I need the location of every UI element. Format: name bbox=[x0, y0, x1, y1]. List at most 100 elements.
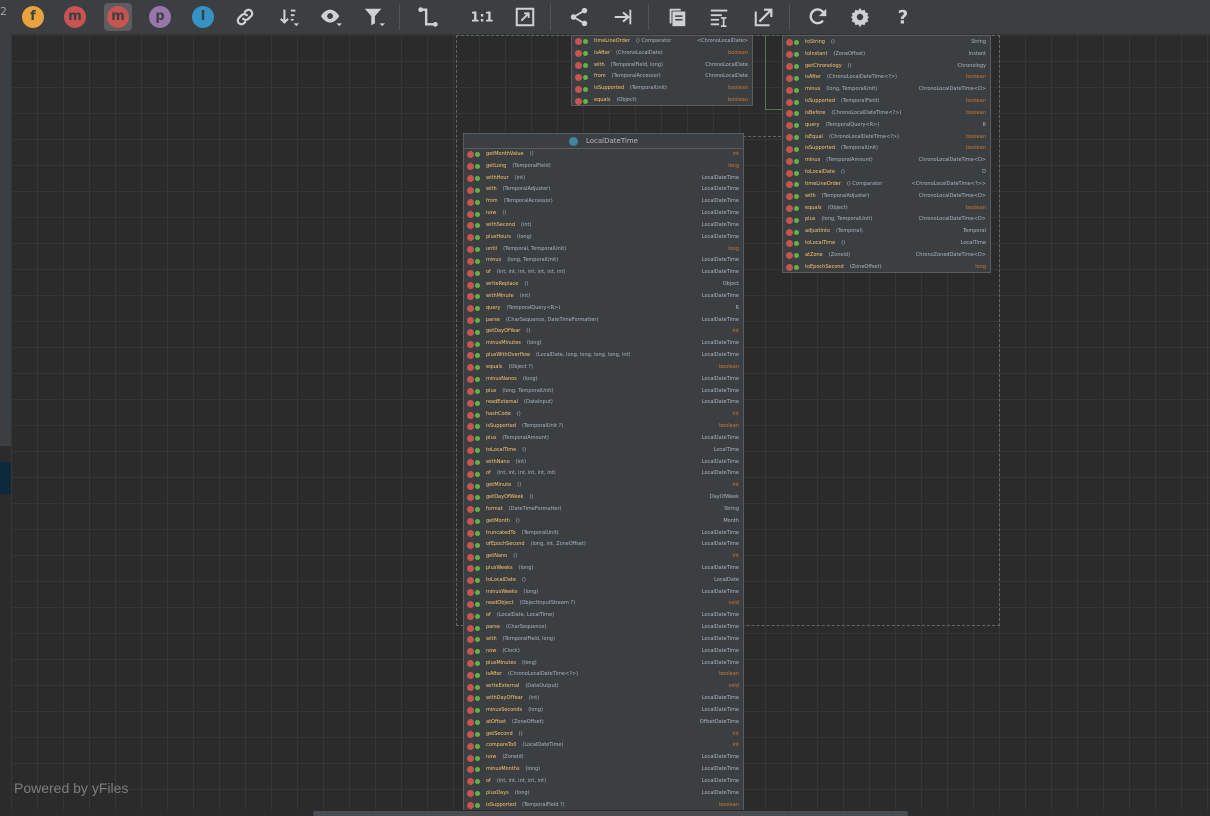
member-row[interactable]: now (Clock) LocalDateTime bbox=[464, 646, 743, 658]
member-row[interactable]: format (DateTimeFormatter) String bbox=[464, 504, 743, 516]
member-row[interactable]: isEqual (ChronoLocalDateTime<?>) boolean bbox=[783, 132, 990, 144]
member-row[interactable]: getMinute() int bbox=[464, 480, 743, 492]
settings-button[interactable] bbox=[846, 3, 874, 31]
member-row[interactable]: getDayOfWeek() DayOfWeek bbox=[464, 492, 743, 504]
member-row[interactable]: getChronology() Chronology bbox=[783, 61, 990, 73]
properties-filter-button[interactable]: p bbox=[146, 3, 174, 31]
diagram-canvas[interactable]: timeLineOrder() Comparator <ChronoLocalDa… bbox=[11, 35, 1210, 810]
member-row[interactable]: isAfter (ChronoLocalDateTime<?>) boolean bbox=[783, 72, 990, 84]
member-row[interactable]: isBefore (ChronoLocalDateTime<?>) boolean bbox=[783, 108, 990, 120]
member-row[interactable]: minusMonths (long) LocalDateTime bbox=[464, 764, 743, 776]
member-row[interactable]: equals (Object) boolean bbox=[783, 203, 990, 215]
member-row[interactable]: minus (long, TemporalUnit) ChronoLocalDate… bbox=[783, 84, 990, 96]
member-row[interactable]: minusWeeks (long) LocalDateTime bbox=[464, 587, 743, 599]
merge-edges-button[interactable] bbox=[609, 3, 637, 31]
member-row[interactable]: query (TemporalQuery<R>) R bbox=[464, 303, 743, 315]
member-row[interactable]: getMonth() Month bbox=[464, 516, 743, 528]
member-row[interactable]: ofEpochSecond (long, int, ZoneOffset) Loca… bbox=[464, 539, 743, 551]
member-row[interactable]: getNano() int bbox=[464, 551, 743, 563]
methods-filter-button[interactable]: m bbox=[104, 3, 132, 31]
fields-filter-button[interactable]: f bbox=[19, 3, 47, 31]
member-row[interactable]: of (int, int, int, int, int) LocalDateTime bbox=[464, 776, 743, 788]
member-row[interactable]: atZone (ZoneId) ChronoZonedDateTime<D> bbox=[783, 250, 990, 262]
member-row[interactable]: withSecond (int) LocalDateTime bbox=[464, 220, 743, 232]
member-row[interactable]: minus (TemporalAmount) ChronoLocalDateTime… bbox=[783, 155, 990, 167]
member-row[interactable]: isSupported (TemporalField ?) boolean bbox=[464, 800, 743, 810]
member-row[interactable]: writeExternal (DataOutput) void bbox=[464, 681, 743, 693]
member-row[interactable]: now (ZoneId) LocalDateTime bbox=[464, 752, 743, 764]
member-row[interactable]: isSupported (TemporalUnit ?) boolean bbox=[464, 421, 743, 433]
member-row[interactable]: readExternal (DataInput) LocalDateTime bbox=[464, 397, 743, 409]
class-node-localdatetime[interactable]: LocalDateTime getMonthValue() int getLong(… bbox=[463, 133, 744, 810]
member-row[interactable]: isAfter (ChronoLocalDate) boolean bbox=[572, 48, 752, 60]
member-row[interactable]: isSupported (TemporalUnit) boolean bbox=[783, 143, 990, 155]
member-row[interactable]: toLocalDate() D bbox=[783, 167, 990, 179]
member-row[interactable]: readObject (ObjectInputStream ?) void bbox=[464, 598, 743, 610]
scrollbar-thumb[interactable] bbox=[313, 811, 908, 816]
member-row[interactable]: truncatedTo (TemporalUnit) LocalDateTime bbox=[464, 528, 743, 540]
member-row[interactable]: withHour (int) LocalDateTime bbox=[464, 173, 743, 185]
member-row[interactable]: isAfter (ChronoLocalDateTime<?>) boolean bbox=[464, 669, 743, 681]
member-row[interactable]: toEpochSecond (ZoneOffset) long bbox=[783, 262, 990, 272]
member-row[interactable]: plusWeeks (long) LocalDateTime bbox=[464, 563, 743, 575]
member-row[interactable]: minusMinutes (long) LocalDateTime bbox=[464, 338, 743, 350]
member-row[interactable]: minusSeconds (long) LocalDateTime bbox=[464, 705, 743, 717]
sort-button[interactable] bbox=[275, 3, 303, 31]
member-row[interactable]: query (TemporalQuery<R>) R bbox=[783, 120, 990, 132]
member-row[interactable]: of (int, int, int, int, int, int) LocalDat… bbox=[464, 468, 743, 480]
show-dependencies-button[interactable] bbox=[231, 3, 259, 31]
member-row[interactable]: with (TemporalAdjuster) LocalDateTime bbox=[464, 184, 743, 196]
member-row[interactable]: toString() String bbox=[783, 37, 990, 49]
member-row[interactable]: isSupported (TemporalField) boolean bbox=[783, 96, 990, 108]
member-row[interactable]: from (TemporalAccessor) LocalDateTime bbox=[464, 196, 743, 208]
member-row[interactable]: getMonthValue() int bbox=[464, 149, 743, 161]
class-node-chronolocaldatetime[interactable]: toString() String toInstant (ZoneOffset) Ins… bbox=[782, 35, 991, 273]
copy-diagram-button[interactable] bbox=[663, 3, 691, 31]
member-row[interactable]: isSupported (TemporalUnit) boolean bbox=[572, 83, 752, 95]
actual-size-button[interactable]: 1:1 bbox=[468, 3, 496, 31]
class-node-chronolocaldate[interactable]: timeLineOrder() Comparator <ChronoLocalDa… bbox=[571, 35, 753, 106]
refresh-button[interactable] bbox=[804, 3, 832, 31]
member-row[interactable]: of (LocalDate, LocalTime) LocalDateTime bbox=[464, 610, 743, 622]
member-row[interactable]: withDayOfYear (int) LocalDateTime bbox=[464, 693, 743, 705]
member-row[interactable]: plus (long, TemporalUnit) ChronoLocalDateT… bbox=[783, 214, 990, 226]
help-button[interactable]: ? bbox=[889, 3, 917, 31]
member-row[interactable]: plusMinutes (long) LocalDateTime bbox=[464, 658, 743, 670]
member-row[interactable]: plus (long, TemporalUnit) LocalDateTime bbox=[464, 386, 743, 398]
member-row[interactable]: minusNanos (long) LocalDateTime bbox=[464, 374, 743, 386]
member-row[interactable]: parse (CharSequence) LocalDateTime bbox=[464, 622, 743, 634]
member-row[interactable]: withMinute (int) LocalDateTime bbox=[464, 291, 743, 303]
constructors-filter-button[interactable]: m bbox=[61, 3, 89, 31]
apply-layout-button[interactable] bbox=[706, 3, 734, 31]
member-row[interactable]: compareTo0 (LocalDateTime) int bbox=[464, 740, 743, 752]
member-row[interactable]: getLong (TemporalField) long bbox=[464, 161, 743, 173]
member-row[interactable]: atOffset (ZoneOffset) OffsetDateTime bbox=[464, 717, 743, 729]
member-row[interactable]: adjustInto (Temporal) Temporal bbox=[783, 226, 990, 238]
member-row[interactable]: with (TemporalField, long) ChronoLocalDate bbox=[572, 60, 752, 72]
member-row[interactable]: plusDays (long) LocalDateTime bbox=[464, 788, 743, 800]
fit-content-button[interactable] bbox=[511, 3, 539, 31]
member-row[interactable]: from (TemporalAccessor) ChronoLocalDate bbox=[572, 71, 752, 83]
member-row[interactable]: getDayOfYear() int bbox=[464, 326, 743, 338]
member-row[interactable]: toInstant (ZoneOffset) Instant bbox=[783, 49, 990, 61]
member-row[interactable]: minus (long, TemporalUnit) LocalDateTime bbox=[464, 255, 743, 267]
member-row[interactable]: with (TemporalField, long) LocalDateTime bbox=[464, 634, 743, 646]
edge-routing-button[interactable] bbox=[414, 3, 442, 31]
member-row[interactable]: of (int, int, int, int, int, int, int) Loc… bbox=[464, 267, 743, 279]
inner-classes-filter-button[interactable]: I bbox=[189, 3, 217, 31]
member-row[interactable]: equals (Object ?) boolean bbox=[464, 362, 743, 374]
hierarchic-layout-button[interactable] bbox=[565, 3, 593, 31]
export-button[interactable] bbox=[750, 3, 778, 31]
member-row[interactable]: plusHours (long) LocalDateTime bbox=[464, 232, 743, 244]
member-row[interactable]: withNano (int) LocalDateTime bbox=[464, 457, 743, 469]
member-row[interactable]: plusWithOverflow (LocalDate, long, long, … bbox=[464, 350, 743, 362]
member-row[interactable]: hashCode() int bbox=[464, 409, 743, 421]
member-row[interactable]: parse (CharSequence, DateTimeFormatter) Lo… bbox=[464, 315, 743, 327]
member-row[interactable]: timeLineOrder() Comparator <ChronoLocalDa… bbox=[572, 36, 752, 48]
filter-button[interactable] bbox=[360, 3, 388, 31]
member-row[interactable]: now() LocalDateTime bbox=[464, 208, 743, 220]
member-row[interactable]: with (TemporalAdjuster) ChronoLocalDateTim… bbox=[783, 191, 990, 203]
horizontal-scrollbar[interactable] bbox=[11, 810, 1210, 816]
member-row[interactable]: getSecond() int bbox=[464, 729, 743, 741]
member-row[interactable]: toLocalTime() LocalTime bbox=[783, 238, 990, 250]
